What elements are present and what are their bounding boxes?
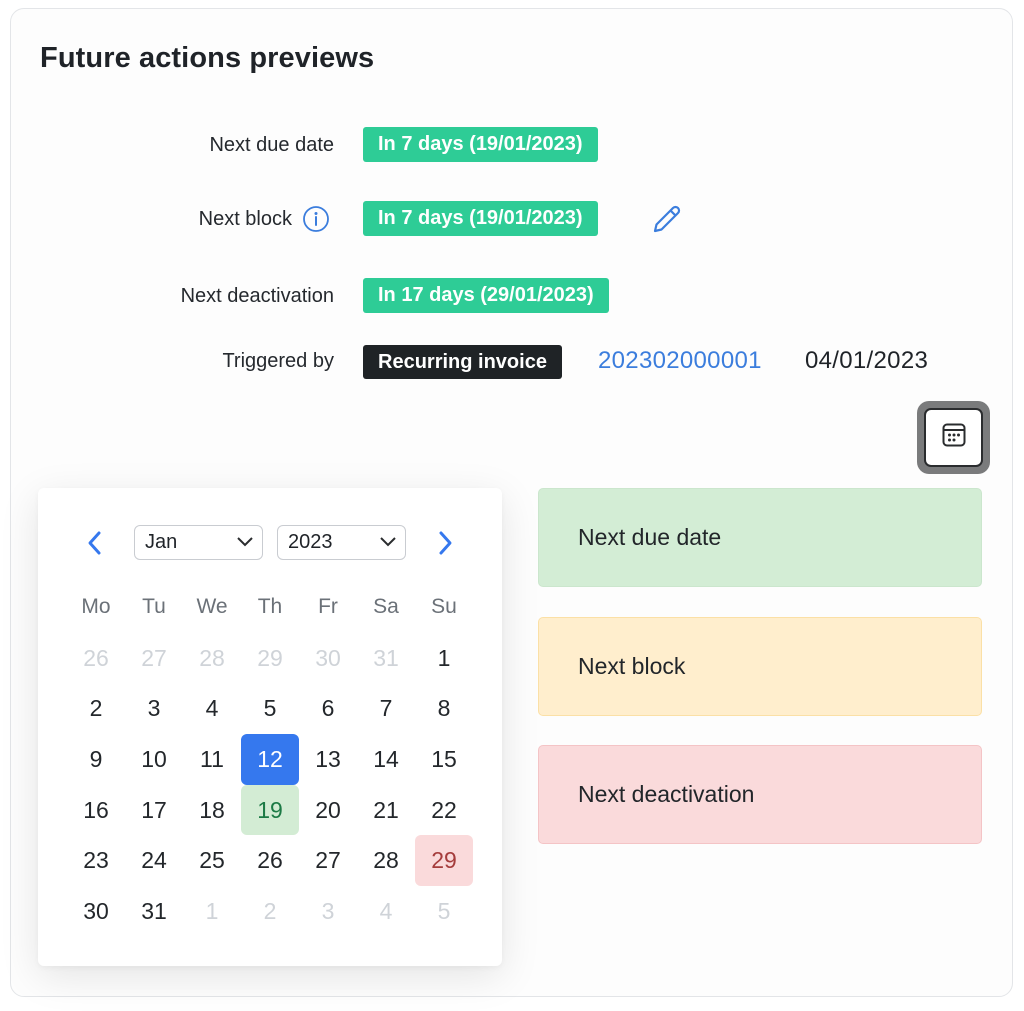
calendar-grid: Mo Tu We Th Fr Sa Su 26 27 28 29 30 31 1 2 3 4 5 6 7… [67,582,473,937]
pencil-icon[interactable] [648,201,684,237]
legend-next-deactivation: Next deactivation [538,745,982,844]
next-block-badge: In 7 days (19/01/2023) [363,201,598,236]
row-next-due-date: Next due date In 7 days (19/01/2023) [0,125,1024,165]
calendar-day[interactable]: 5 [241,683,299,734]
datepicker: Jan 2023 Mo Tu We Th Fr Sa Su 26 27 28 29 30… [38,488,502,966]
page-title: Future actions previews [40,42,375,74]
calendar-day[interactable]: 5 [415,886,473,937]
weekday-header: Su [431,595,457,619]
calendar-day[interactable]: 9 [67,734,125,785]
row-triggered-by: Triggered by Recurring invoice 202302000… [0,341,1024,381]
calendar-day[interactable]: 24 [125,835,183,886]
calendar-day[interactable]: 13 [299,734,357,785]
calendar-day[interactable]: 30 [299,633,357,684]
calendar-day[interactable]: 31 [357,633,415,684]
month-select[interactable]: Jan [134,525,263,560]
calendar-day[interactable]: 10 [125,734,183,785]
calendar-day[interactable]: 28 [357,835,415,886]
chevron-left-icon[interactable] [80,528,110,558]
invoice-link[interactable]: 202302000001 [598,341,762,381]
calendar-day-selected[interactable]: 12 [241,734,299,785]
next-due-date-label: Next due date [209,134,334,156]
calendar-day[interactable]: 21 [357,785,415,836]
calendar-day[interactable]: 20 [299,785,357,836]
calendar-day[interactable]: 23 [67,835,125,886]
calendar-day[interactable]: 11 [183,734,241,785]
calendar-day[interactable]: 2 [67,683,125,734]
calendar-day[interactable]: 16 [67,785,125,836]
chevron-down-icon [380,537,396,547]
weekday-header: We [196,595,228,619]
trigger-type-badge: Recurring invoice [363,345,562,379]
trigger-date: 04/01/2023 [805,347,929,374]
weekday-header: Tu [142,595,166,619]
calendar-day[interactable]: 14 [357,734,415,785]
calendar-day[interactable]: 22 [415,785,473,836]
row-next-block: Next block In 7 days (19/01/2023) [0,199,1024,239]
calendar-day-due[interactable]: 19 [241,784,299,836]
weekday-header: Mo [81,595,111,619]
calendar-day[interactable]: 31 [125,886,183,937]
year-select-value: 2023 [288,531,333,553]
calendar-icon [940,421,968,454]
legend-label: Next deactivation [578,781,755,807]
calendar-day[interactable]: 27 [125,633,183,684]
calendar-day[interactable]: 2 [241,886,299,937]
weekday-header: Th [257,595,283,619]
legend-label: Next block [578,653,686,679]
weekday-header: Fr [318,595,338,619]
calendar-day[interactable]: 27 [299,835,357,886]
calendar-day[interactable]: 3 [125,683,183,734]
calendar-day[interactable]: 6 [299,683,357,734]
calendar-day[interactable]: 18 [183,785,241,836]
calendar-day[interactable]: 29 [241,633,299,684]
legend-next-block: Next block [538,617,982,716]
row-next-deactivation: Next deactivation In 17 days (29/01/2023… [0,276,1024,316]
calendar-day[interactable]: 1 [183,886,241,937]
calendar-day[interactable]: 26 [67,633,125,684]
calendar-day[interactable]: 8 [415,683,473,734]
chevron-down-icon [237,537,253,547]
calendar-toggle-button[interactable] [917,401,990,474]
month-select-value: Jan [145,531,178,553]
calendar-day[interactable]: 7 [357,683,415,734]
next-deactivation-label: Next deactivation [180,285,334,307]
weekday-header: Sa [373,595,399,619]
next-due-date-badge: In 7 days (19/01/2023) [363,127,598,162]
calendar-day-deactivation[interactable]: 29 [415,835,473,887]
info-icon[interactable] [302,205,330,233]
calendar-day[interactable]: 4 [183,683,241,734]
next-block-label: Next block [198,208,292,230]
year-select[interactable]: 2023 [277,525,406,560]
calendar-day[interactable]: 1 [415,633,473,684]
calendar-day[interactable]: 28 [183,633,241,684]
triggered-by-label: Triggered by [222,350,334,372]
next-deactivation-badge: In 17 days (29/01/2023) [363,278,609,313]
calendar-day[interactable]: 17 [125,785,183,836]
calendar-day[interactable]: 4 [357,886,415,937]
calendar-day[interactable]: 25 [183,835,241,886]
chevron-right-icon[interactable] [430,528,460,558]
legend-label: Next due date [578,524,722,550]
calendar-day[interactable]: 30 [67,886,125,937]
calendar-day[interactable]: 26 [241,835,299,886]
calendar-day[interactable]: 15 [415,734,473,785]
calendar-day[interactable]: 3 [299,886,357,937]
legend-next-due-date: Next due date [538,488,982,587]
